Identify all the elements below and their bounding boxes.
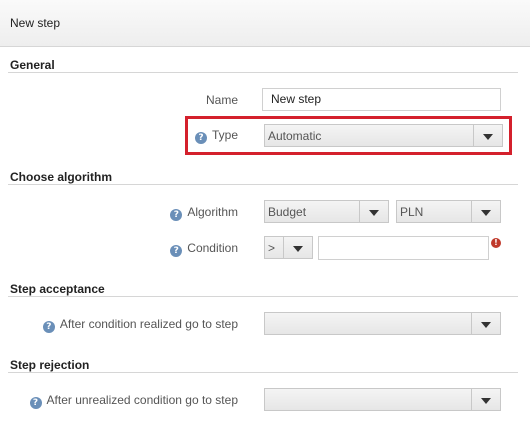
rejection-goto-label: ? After unrealized condition go to step — [10, 393, 238, 409]
currency-select-value: PLN — [400, 205, 424, 219]
section-acceptance-title: Step acceptance — [10, 282, 105, 296]
dialog-header: New step — [0, 0, 530, 47]
help-icon[interactable]: ? — [170, 209, 183, 221]
rejection-step-select[interactable] — [264, 388, 501, 411]
rejection-goto-label-text: After unrealized condition go to step — [46, 393, 238, 407]
type-dropdown-button[interactable] — [473, 125, 502, 146]
acceptance-step-select[interactable] — [264, 312, 501, 335]
help-icon[interactable]: ? — [42, 321, 55, 333]
rejection-dropdown-button[interactable] — [471, 389, 500, 410]
currency-select[interactable]: PLN — [396, 200, 501, 223]
type-label-text: Type — [211, 128, 238, 142]
help-icon[interactable]: ? — [194, 132, 207, 144]
dialog-title: New step — [10, 16, 61, 30]
help-icon[interactable]: ? — [170, 245, 183, 257]
condition-input[interactable] — [318, 236, 489, 260]
name-label: Name — [205, 93, 238, 107]
type-label: ? Type — [100, 128, 238, 144]
condition-label: ? Condition — [100, 241, 238, 257]
operator-dropdown-button[interactable] — [283, 237, 312, 258]
algorithm-label-text: Algorithm — [187, 205, 238, 219]
section-divider — [8, 72, 518, 73]
chevron-down-icon — [481, 397, 491, 404]
type-select-value: Automatic — [268, 129, 322, 143]
section-algorithm-title: Choose algorithm — [10, 170, 113, 184]
algorithm-select-value: Budget — [268, 205, 307, 219]
section-divider — [8, 296, 518, 297]
type-select[interactable]: Automatic — [264, 124, 503, 147]
section-divider — [8, 184, 518, 185]
currency-dropdown-button[interactable] — [471, 201, 500, 222]
operator-select[interactable]: > — [264, 236, 313, 259]
help-icon[interactable]: ? — [29, 397, 42, 409]
name-input[interactable]: New step — [262, 88, 501, 111]
condition-label-text: Condition — [187, 241, 238, 255]
error-icon: ! — [491, 238, 501, 248]
section-rejection-title: Step rejection — [10, 358, 90, 372]
chevron-down-icon — [369, 209, 379, 216]
section-divider — [8, 372, 518, 373]
operator-select-value: > — [268, 241, 276, 255]
chevron-down-icon — [293, 245, 303, 252]
chevron-down-icon — [483, 133, 493, 140]
chevron-down-icon — [481, 321, 491, 328]
section-general-title: General — [10, 58, 55, 72]
algorithm-select[interactable]: Budget — [264, 200, 389, 223]
acceptance-goto-label-text: After condition realized go to step — [59, 317, 238, 331]
acceptance-goto-label: ? After condition realized go to step — [20, 317, 238, 333]
algorithm-dropdown-button[interactable] — [359, 201, 388, 222]
algorithm-label: ? Algorithm — [100, 205, 238, 221]
acceptance-dropdown-button[interactable] — [471, 313, 500, 334]
chevron-down-icon — [481, 209, 491, 216]
